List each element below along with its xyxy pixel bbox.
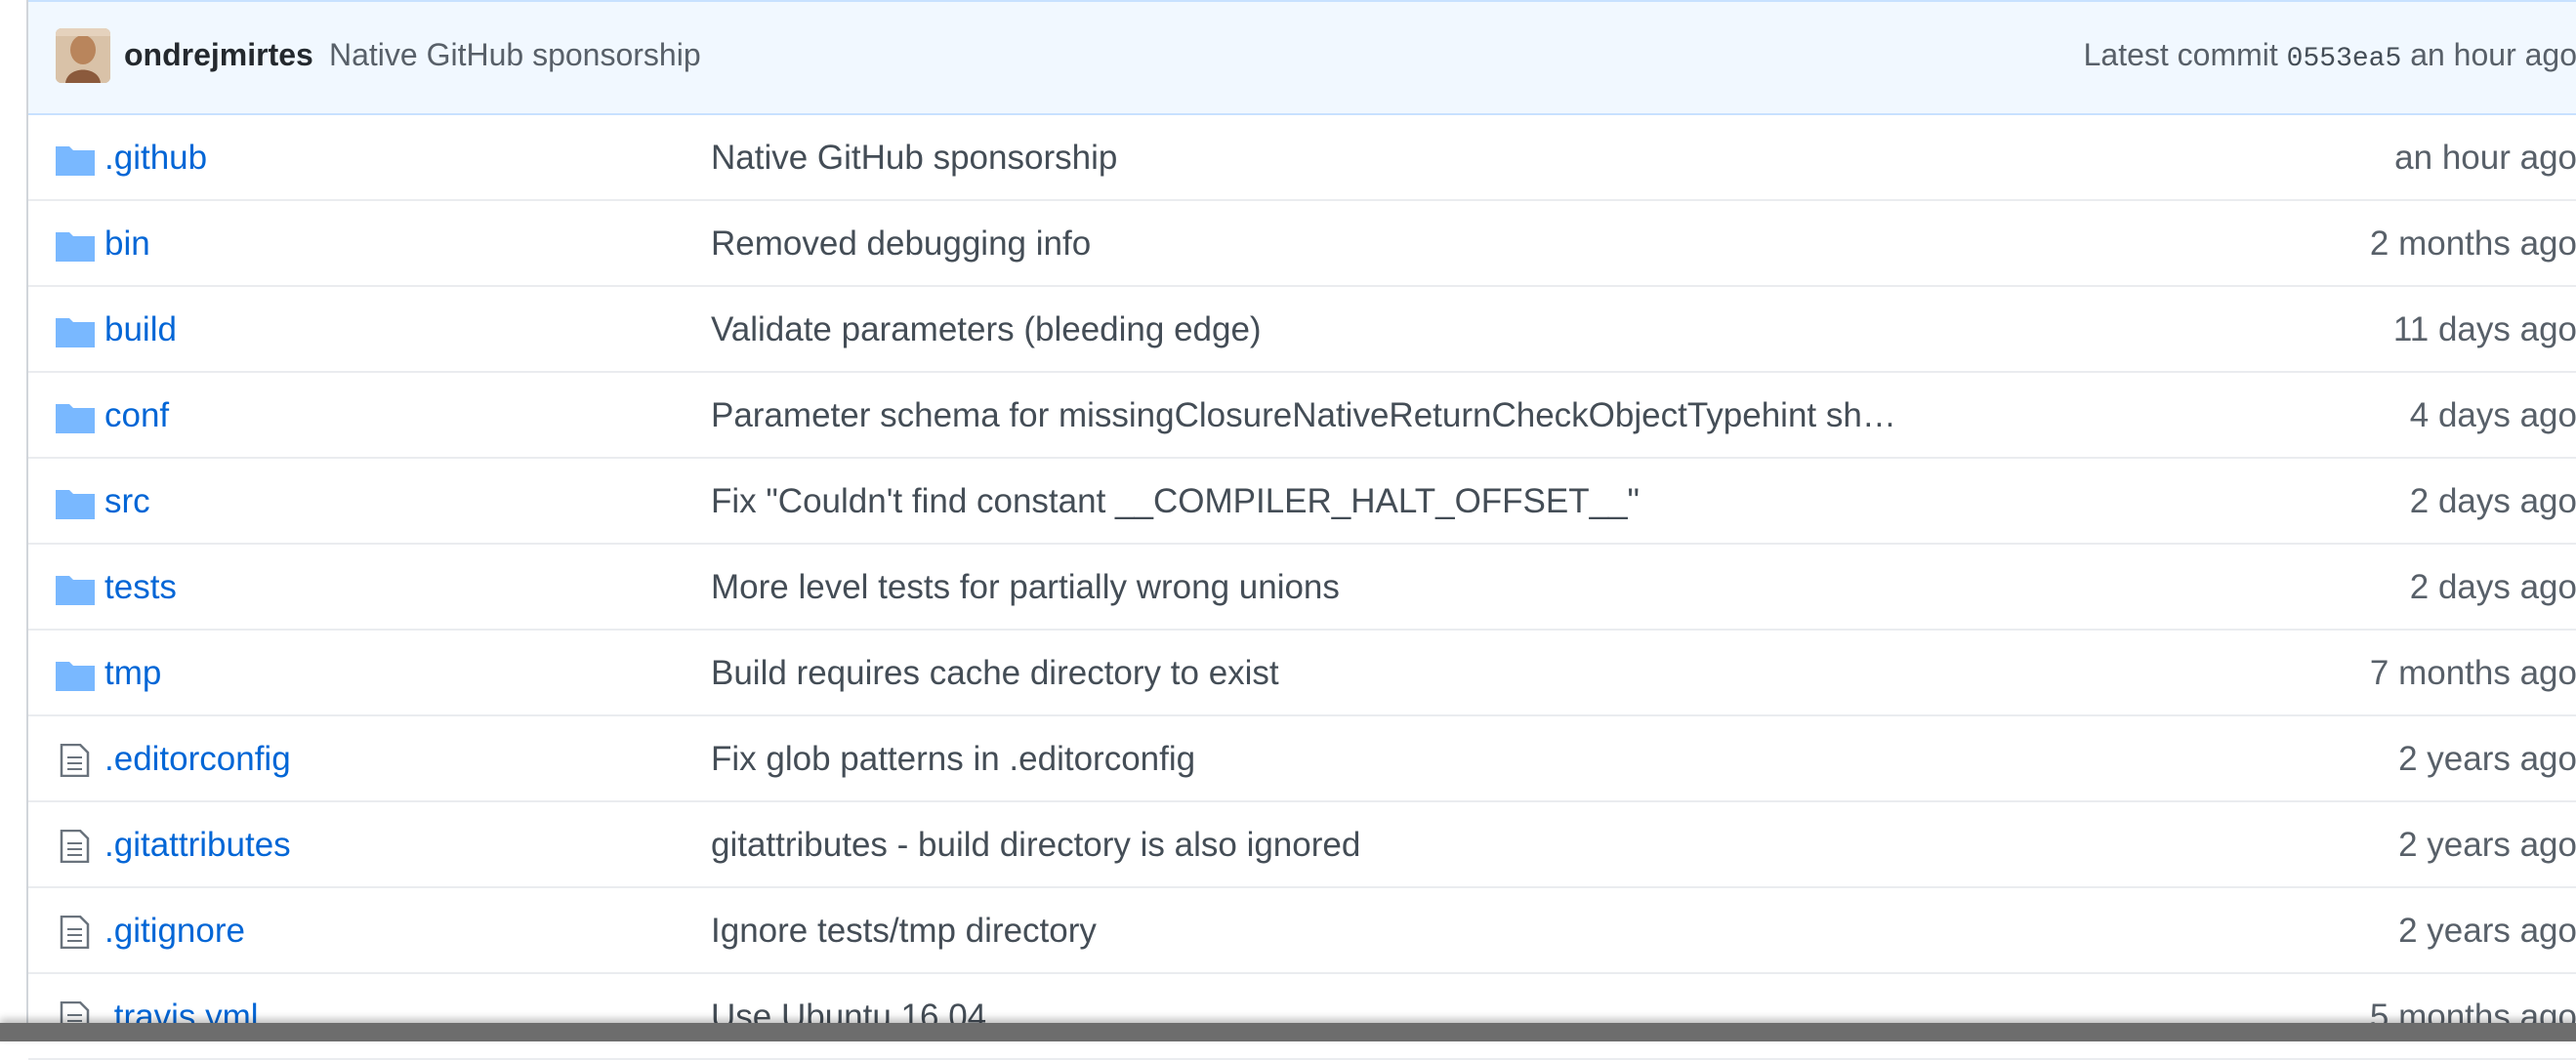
commit-message-link[interactable]: Native GitHub sponsorship [329, 37, 701, 73]
file-text-icon [60, 916, 90, 949]
file-row: src Fix "Couldn't find constant __COMPIL… [28, 459, 2576, 545]
file-row: .editorconfig Fix glob patterns in .edit… [28, 716, 2576, 802]
file-row: .gitignore Ignore tests/tmp directory 2 … [28, 888, 2576, 974]
file-name-link[interactable]: build [104, 310, 177, 349]
file-commit-age: 11 days ago [2392, 310, 2576, 348]
folder-icon [56, 404, 95, 433]
file-commit-age: 2 days ago [2409, 568, 2576, 606]
file-text-icon [60, 830, 90, 863]
latest-commit-label: Latest commit [2083, 37, 2278, 72]
file-name-link[interactable]: .gitattributes [104, 826, 291, 865]
latest-commit-info: Latest commit 0553ea5 an hour ago [2084, 37, 2576, 74]
avatar-image [56, 28, 110, 83]
file-commit-message-link[interactable]: gitattributes - build directory is also … [711, 826, 1360, 865]
file-browser: ondrejmirtes Native GitHub sponsorship L… [26, 0, 2576, 1060]
file-name-link[interactable]: .github [104, 139, 207, 178]
file-name-link[interactable]: .editorconfig [104, 740, 291, 779]
file-row: tmp Build requires cache directory to ex… [28, 631, 2576, 716]
file-commit-age: 2 years ago [2398, 826, 2576, 864]
file-row: .travis.yml Use Ubuntu 16.04 5 months ag… [28, 974, 2576, 1060]
file-name-link[interactable]: tmp [104, 654, 161, 693]
file-row: build Validate parameters (bleeding edge… [28, 287, 2576, 373]
file-row: conf Parameter schema for missingClosure… [28, 373, 2576, 459]
file-text-icon [60, 744, 90, 777]
file-commit-message-link[interactable]: Parameter schema for missingClosureNativ… [711, 396, 1896, 435]
file-commit-age: 4 days ago [2409, 396, 2576, 434]
file-name-link[interactable]: src [104, 482, 150, 521]
file-name-link[interactable]: bin [104, 224, 150, 264]
author-avatar[interactable] [56, 28, 110, 83]
file-commit-message-link[interactable]: Native GitHub sponsorship [711, 139, 1117, 178]
file-commit-message-link[interactable]: Removed debugging info [711, 224, 1091, 264]
commit-sha-link[interactable]: 0553ea5 [2287, 44, 2402, 74]
folder-icon [56, 662, 95, 691]
file-commit-age: 2 months ago [2369, 224, 2576, 263]
folder-icon [56, 490, 95, 519]
file-commit-message-link[interactable]: Validate parameters (bleeding edge) [711, 310, 1262, 349]
folder-icon [56, 146, 95, 176]
folder-icon [56, 318, 95, 347]
folder-icon [56, 232, 95, 262]
file-commit-message-link[interactable]: Ignore tests/tmp directory [711, 912, 1097, 951]
commit-author-link[interactable]: ondrejmirtes [124, 37, 313, 73]
file-name-link[interactable]: .gitignore [104, 912, 245, 951]
file-commit-message-link[interactable]: Fix glob patterns in .editorconfig [711, 740, 1195, 779]
file-commit-age: 7 months ago [2369, 654, 2576, 692]
viewport-bottom-edge [0, 1023, 2576, 1041]
latest-commit-bar: ondrejmirtes Native GitHub sponsorship L… [28, 0, 2576, 115]
file-name-link[interactable]: conf [104, 396, 169, 435]
file-row: .github Native GitHub sponsorship an hou… [28, 115, 2576, 201]
file-commit-age: 2 years ago [2398, 912, 2576, 950]
file-commit-message-link[interactable]: Build requires cache directory to exist [711, 654, 1279, 693]
file-list: .github Native GitHub sponsorship an hou… [28, 115, 2576, 1060]
file-name-link[interactable]: tests [104, 568, 177, 607]
folder-icon [56, 576, 95, 605]
file-row: bin Removed debugging info 2 months ago [28, 201, 2576, 287]
file-commit-message-link[interactable]: More level tests for partially wrong uni… [711, 568, 1340, 607]
file-commit-age: an hour ago [2394, 139, 2576, 177]
file-row: .gitattributes gitattributes - build dir… [28, 802, 2576, 888]
file-row: tests More level tests for partially wro… [28, 545, 2576, 631]
file-commit-age: 2 days ago [2409, 482, 2576, 520]
file-commit-age: 2 years ago [2398, 740, 2576, 778]
file-commit-message-link[interactable]: Fix "Couldn't find constant __COMPILER_H… [711, 482, 1640, 521]
commit-age: an hour ago [2410, 37, 2576, 72]
